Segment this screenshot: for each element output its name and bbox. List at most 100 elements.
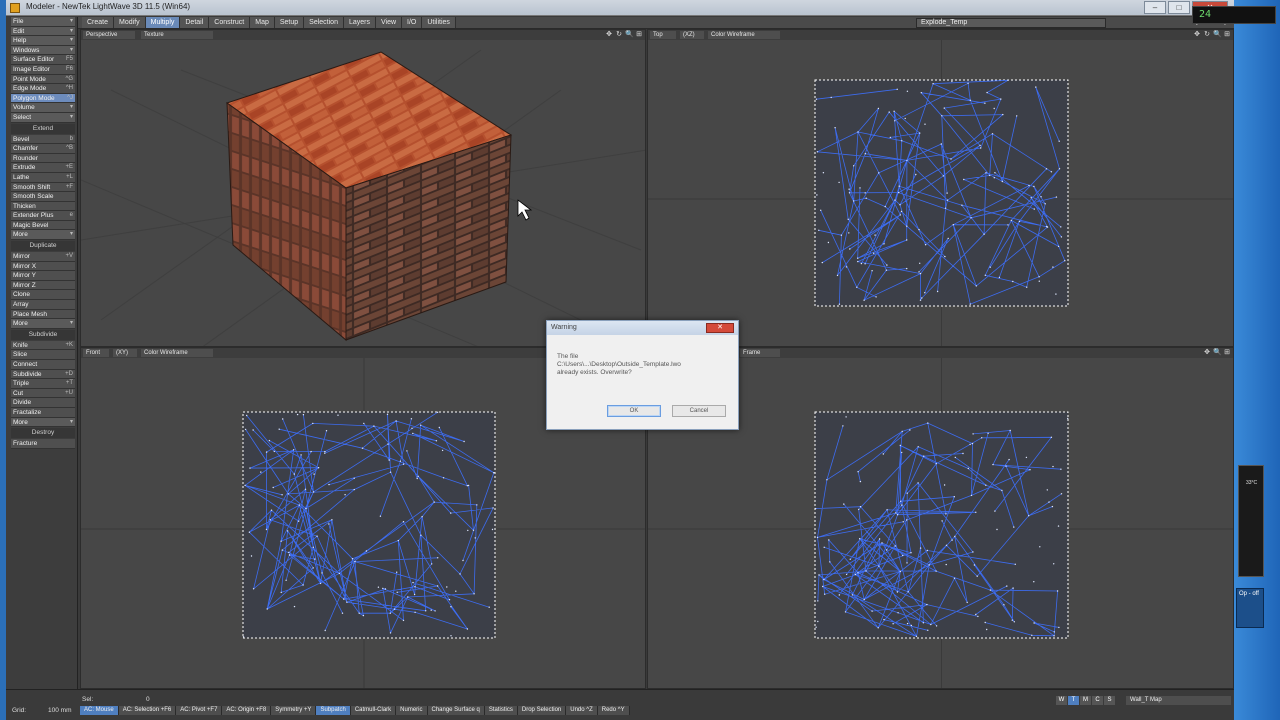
render-mode-select[interactable]: Frame [740,349,780,357]
status-button-undo-z[interactable]: Undo ^Z [566,706,598,715]
cancel-button[interactable]: Cancel [672,405,726,417]
zoom-view-icon[interactable]: 🔍 [1213,31,1222,39]
status-button-numeric[interactable]: Numeric [396,706,428,715]
tab-i-o[interactable]: I/O [402,17,423,28]
tab-construct[interactable]: Construct [209,17,251,28]
layer-select[interactable]: Explode_Temp [916,18,1106,28]
tool-windows[interactable]: Windows ▾ [11,45,75,56]
tool-mirror[interactable]: Mirror +V [11,252,75,262]
tool-place-mesh[interactable]: Place Mesh [11,309,75,320]
tool-cut[interactable]: Cut +U [11,388,75,399]
tool-connect[interactable]: Connect [11,360,75,370]
maximize-view-icon[interactable]: ⊞ [635,31,643,39]
tab-detail[interactable]: Detail [180,17,210,28]
tool-knife[interactable]: Knife +K [11,340,75,351]
rotate-view-icon[interactable]: ↻ [615,31,623,39]
tool-polygon-mode[interactable]: Polygon Mode ^J [11,93,75,104]
zoom-view-icon[interactable]: 🔍 [625,31,634,39]
tool-chamfer[interactable]: Chamfer ^B [11,144,75,154]
status-button-drop-selection[interactable]: Drop Selection [517,706,567,715]
tool-clone[interactable]: Clone [11,290,75,301]
tool-more[interactable]: More ▾ [11,319,75,329]
move-view-icon[interactable]: ✥ [1203,349,1211,357]
move-view-icon[interactable]: ✥ [605,31,613,39]
maximize-button[interactable]: □ [1168,1,1190,14]
status-button-ac-pivot-f7[interactable]: AC: Pivot +F7 [176,706,223,715]
tool-surface-editor[interactable]: Surface Editor F5 [11,55,75,65]
tool-file[interactable]: File ▾ [11,17,75,27]
tab-modify[interactable]: Modify [114,17,146,28]
render-mode-select[interactable]: Color Wireframe [708,31,780,39]
tool-help[interactable]: Help ▾ [11,36,75,46]
tool-mirror-y[interactable]: Mirror Y [11,271,75,281]
tab-setup[interactable]: Setup [274,17,305,28]
tool-image-editor[interactable]: Image Editor F6 [11,64,75,75]
view-type-select[interactable]: Front [83,349,109,357]
render-mode-select[interactable]: Texture [141,31,213,39]
view-type-select[interactable]: Perspective [83,31,135,39]
status-button-change-surface-q[interactable]: Change Surface q [427,706,485,715]
zoom-view-icon[interactable]: 🔍 [1213,349,1222,357]
tool-rounder[interactable]: Rounder [11,153,75,164]
tool-magic-bevel[interactable]: Magic Bevel [11,220,75,231]
tool-smooth-shift[interactable]: Smooth Shift +F [11,182,75,193]
dialog-close-button[interactable]: ✕ [706,323,734,333]
tab-layers[interactable]: Layers [343,17,376,28]
tool-thicken[interactable]: Thicken [11,201,75,212]
tool-array[interactable]: Array [11,300,75,310]
status-button-subpatch[interactable]: Subpatch [316,706,351,715]
status-button-ac-selection-f6[interactable]: AC: Selection +F6 [118,706,177,715]
mode-button-m[interactable]: M [1080,696,1091,705]
tool-mirror-z[interactable]: Mirror Z [11,280,75,291]
minimize-button[interactable]: – [1144,1,1166,14]
mode-button-t[interactable]: T [1068,696,1079,705]
tool-point-mode[interactable]: Point Mode ^G [11,74,75,85]
brick-cube[interactable] [225,51,513,342]
tool-fractalize[interactable]: Fractalize [11,407,75,418]
ok-button[interactable]: OK [607,405,661,417]
axis-select[interactable]: (XY) [113,349,137,357]
view-type-select[interactable]: Top [650,31,676,39]
tool-mirror-x[interactable]: Mirror X [11,261,75,272]
tab-selection[interactable]: Selection [304,17,344,28]
status-button-ac-origin-f8[interactable]: AC: Origin +F8 [222,706,272,715]
tool-triple[interactable]: Triple +T [11,379,75,389]
tab-create[interactable]: Create [82,17,115,28]
maximize-view-icon[interactable]: ⊞ [1223,31,1231,39]
axis-select[interactable]: (XZ) [680,31,704,39]
maximize-view-icon[interactable]: ⊞ [1223,349,1231,357]
tool-lathe[interactable]: Lathe +L [11,172,75,183]
rotate-view-icon[interactable]: ↻ [1203,31,1211,39]
mode-button-s[interactable]: S [1104,696,1115,705]
tool-more[interactable]: More ▾ [11,230,75,241]
surface-select[interactable]: Wall_T Map [1126,696,1231,705]
tab-multiply[interactable]: Multiply [145,17,181,28]
mode-button-c[interactable]: C [1092,696,1103,705]
tool-bevel[interactable]: Bevel b [11,134,75,145]
tool-fracture[interactable]: Fracture [11,439,75,449]
status-button-redo-y[interactable]: Redo ^Y [597,706,630,715]
move-view-icon[interactable]: ✥ [1193,31,1201,39]
tool-subdivide[interactable]: Subdivide +D [11,369,75,380]
tool-edit[interactable]: Edit ▾ [11,26,75,37]
status-button-ac-mouse[interactable]: AC: Mouse [80,706,119,715]
status-button-statistics[interactable]: Statistics [484,706,518,715]
tool-select[interactable]: Select ▾ [11,112,75,123]
tool-extrude[interactable]: Extrude +E [11,163,75,173]
tool-divide[interactable]: Divide [11,398,75,408]
viewport-top[interactable]: Top (XZ) Color Wireframe ✥ ↻ 🔍 ⊞ [647,29,1234,347]
tab-map[interactable]: Map [250,17,275,28]
tool-volume[interactable]: Volume ▾ [11,103,75,113]
tab-utilities[interactable]: Utilities [422,17,456,28]
tool-slice[interactable]: Slice [11,350,75,360]
tool-extender-plus[interactable]: Extender Plus e [11,211,75,221]
viewport-perspective[interactable]: Perspective Texture ✥ ↻ 🔍 ⊞ [80,29,646,347]
tool-more[interactable]: More ▾ [11,417,75,428]
taskbar-notification[interactable]: Op - off [1236,588,1264,628]
mode-button-w[interactable]: W [1056,696,1067,705]
tool-edge-mode[interactable]: Edge Mode ^H [11,84,75,94]
tool-smooth-scale[interactable]: Smooth Scale [11,192,75,202]
tab-view[interactable]: View [375,17,403,28]
render-mode-select[interactable]: Color Wireframe [141,349,213,357]
status-button-symmetry-y[interactable]: Symmetry +Y [271,706,317,715]
